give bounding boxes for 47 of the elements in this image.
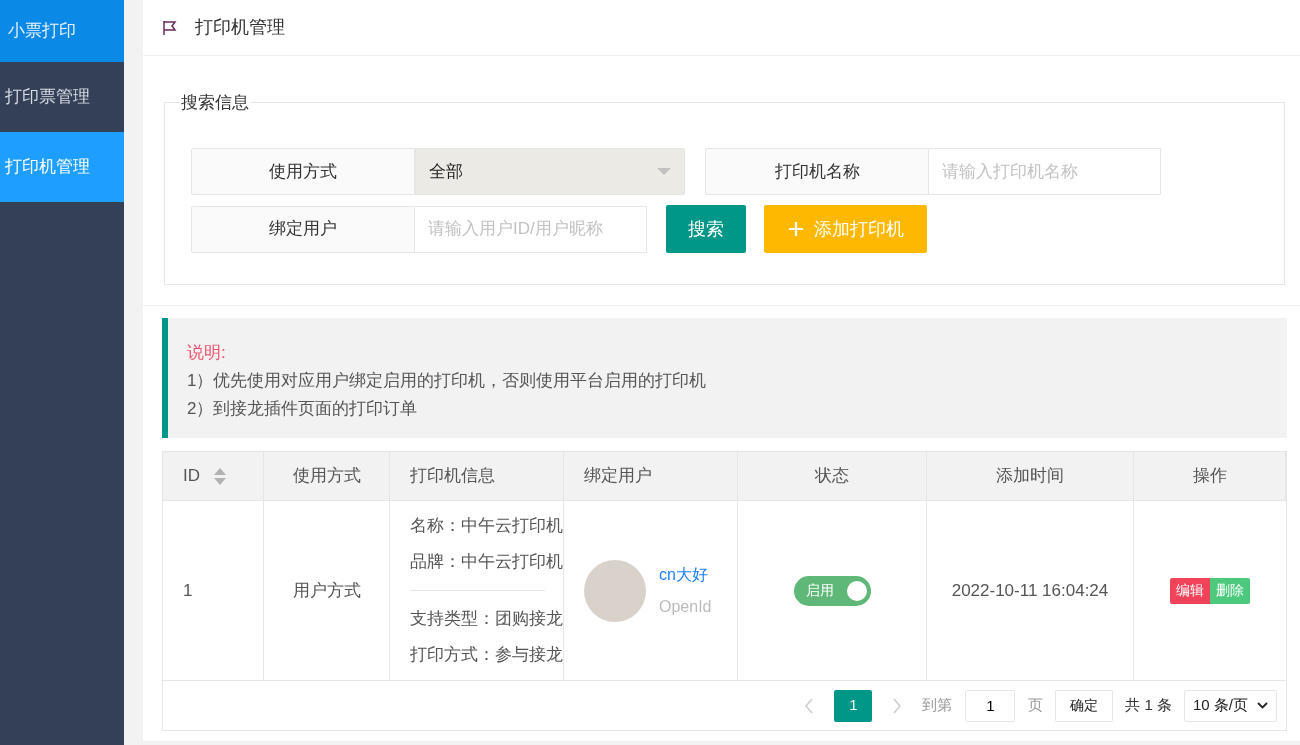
printer-info-text: 品牌：中午云打印机: [410, 551, 563, 573]
delete-button[interactable]: 删除: [1210, 577, 1250, 604]
table-cell: 用户方式: [264, 501, 390, 680]
edit-button[interactable]: 编辑: [1170, 577, 1210, 604]
printer-info-text: 支持类型：团购接龙: [410, 608, 563, 630]
note-title: 说明:: [187, 342, 226, 364]
field-label: 使用方式: [191, 148, 415, 195]
status-switch[interactable]: 启用: [793, 575, 871, 606]
bound-user-input[interactable]: 请输入用户ID/用户昵称: [415, 205, 647, 253]
page-title: 打印机管理: [195, 16, 285, 39]
sidebar-item[interactable]: 打印票管理: [0, 62, 124, 132]
note-line: 2）到接龙插件页面的打印订单: [187, 398, 418, 420]
caret-icon: [657, 168, 671, 175]
column-header: 添加时间: [927, 452, 1134, 500]
column-header: ID: [163, 452, 264, 500]
column-header: 打印机信息: [390, 452, 564, 500]
chevron-left-icon[interactable]: [804, 697, 815, 714]
column-header: 操作: [1134, 452, 1286, 500]
search-button[interactable]: 搜索: [666, 205, 746, 253]
page-size-select[interactable]: 10 条/页: [1184, 689, 1277, 722]
page-number-button[interactable]: 1: [834, 689, 873, 722]
chevron-down-icon: [1257, 702, 1268, 709]
confirm-button[interactable]: 确定: [1055, 689, 1114, 722]
page-unit-label: 页: [1028, 695, 1044, 716]
plus-icon: [787, 221, 804, 237]
flag-icon: [163, 19, 177, 36]
total-count: 共 1 条: [1125, 695, 1172, 716]
sort-icon: [214, 467, 226, 485]
chevron-right-icon[interactable]: [892, 697, 903, 714]
sidebar-title: 小票打印: [0, 0, 124, 62]
goto-page-input[interactable]: 1: [965, 689, 1016, 722]
column-header: 使用方式: [264, 452, 390, 500]
field-label: 绑定用户: [191, 205, 415, 253]
table-cell: 2022-10-11 16:04:24: [927, 501, 1134, 680]
goto-label: 到第: [922, 695, 953, 716]
column-header: 状态: [738, 452, 927, 500]
column-header: 绑定用户: [564, 452, 738, 500]
usage-select[interactable]: 全部: [415, 148, 685, 195]
printer-info-text: 名称：中午云打印机: [410, 515, 563, 537]
sidebar-item[interactable]: 打印机管理: [0, 132, 124, 202]
field-label: 打印机名称: [705, 148, 929, 195]
user-name-link[interactable]: cn大好: [659, 562, 712, 587]
printer-name-input[interactable]: 请输入打印机名称: [929, 148, 1161, 195]
printer-info-text: 打印方式：参与接龙: [410, 644, 563, 666]
user-openid-text: OpenId: [659, 596, 712, 617]
note-line: 1）优先使用对应用户绑定启用的打印机，否则使用平台启用的打印机: [187, 370, 707, 392]
table-cell: 1: [163, 501, 264, 680]
